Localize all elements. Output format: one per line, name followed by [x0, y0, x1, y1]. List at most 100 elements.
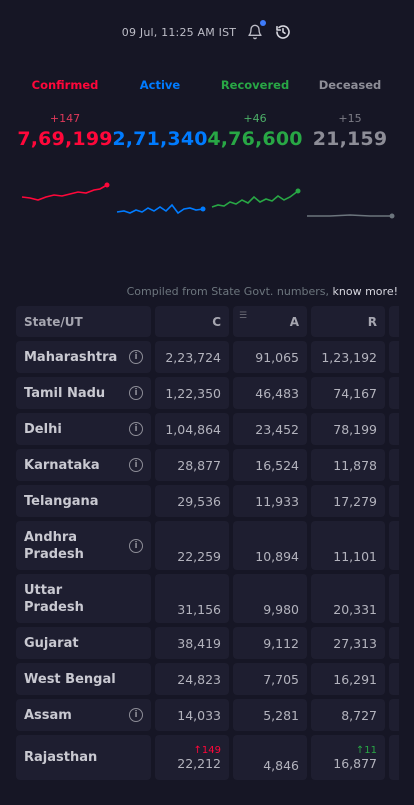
deceased-cell — [389, 521, 399, 570]
table-row[interactable]: Telangana 29,536 11,933 17,279 — [16, 485, 414, 517]
level-title: Active — [139, 78, 181, 92]
level-total: 4,76,600 — [207, 128, 303, 150]
table-row[interactable]: Tamil Nadu i 1,22,350 46,483 74,167 — [16, 377, 414, 409]
confirmed-cell: 2,23,724 — [155, 341, 229, 373]
info-icon[interactable]: i — [129, 350, 143, 364]
header-label: R — [367, 314, 377, 329]
table-row[interactable]: Andhra Pradesh i 22,259 10,894 11,101 — [16, 521, 414, 570]
recovered-cell: 78,199 — [311, 413, 385, 445]
state-cell: Uttar Pradesh — [16, 574, 151, 623]
info-icon[interactable]: i — [129, 458, 143, 472]
recovered-cell: 16,291 — [311, 663, 385, 695]
notifications-button[interactable] — [246, 20, 267, 41]
table-row[interactable]: Uttar Pradesh 31,156 9,980 20,331 — [16, 574, 414, 623]
info-icon[interactable]: i — [129, 386, 143, 400]
confirmed-value: 38,419 — [177, 635, 221, 651]
active-cell: 10,894 — [233, 521, 307, 570]
level-recovered[interactable]: Recovered +46 4,76,600 — [205, 78, 305, 150]
states-table: State/UT C ☰ A R Maharashtra i 2,23,724 91… — [16, 306, 414, 784]
level-confirmed[interactable]: Confirmed +147 7,69,199 — [15, 78, 115, 150]
level-deceased[interactable]: Deceased +15 21,159 — [300, 78, 400, 150]
recovered-value: 11,101 — [333, 549, 377, 564]
recovered-delta: ↑11 — [355, 744, 377, 756]
recovered-value: 8,727 — [341, 707, 377, 723]
state-cell: Rajasthan — [16, 735, 151, 780]
level-active[interactable]: Active 2,71,340 — [110, 78, 210, 150]
header-state[interactable]: State/UT — [16, 306, 151, 337]
confirmed-value: 24,823 — [177, 671, 221, 687]
info-icon[interactable]: i — [129, 708, 143, 722]
level-title: Recovered — [220, 78, 290, 92]
confirmed-cell: 29,536 — [155, 485, 229, 517]
table-row[interactable]: Assam i 14,033 5,281 8,727 — [16, 699, 414, 731]
active-value: 11,933 — [255, 493, 299, 509]
info-icon[interactable]: i — [129, 538, 143, 553]
deceased-cell — [389, 485, 399, 517]
state-name: West Bengal — [24, 671, 116, 687]
table-row[interactable]: Gujarat 38,419 9,112 27,313 — [16, 627, 414, 659]
active-cell: 23,452 — [233, 413, 307, 445]
state-cell: Karnataka i — [16, 449, 151, 481]
confirmed-cell: 31,156 — [155, 574, 229, 623]
top-bar: 09 Jul, 11:25 AM IST — [0, 20, 414, 44]
active-value: 9,112 — [263, 635, 299, 651]
table-row[interactable]: West Bengal 24,823 7,705 16,291 — [16, 663, 414, 695]
confirmed-cell: 14,033 — [155, 699, 229, 731]
deceased-cell — [389, 341, 399, 373]
active-value: 7,705 — [263, 671, 299, 687]
notification-dot — [260, 20, 267, 26]
state-name: Gujarat — [24, 635, 79, 651]
active-value: 10,894 — [255, 549, 299, 564]
header-confirmed[interactable]: C — [155, 306, 229, 337]
header-deceased[interactable] — [389, 306, 399, 337]
state-name: Uttar Pradesh — [24, 582, 84, 615]
confirmed-cell: 24,823 — [155, 663, 229, 695]
deceased-cell — [389, 627, 399, 659]
level-delta: +15 — [338, 112, 362, 125]
active-cell: 11,933 — [233, 485, 307, 517]
confirmed-value: 31,156 — [177, 602, 221, 617]
state-name: Tamil Nadu — [24, 385, 106, 401]
confirmed-delta: ↑149 — [193, 744, 221, 756]
level-total: 7,69,199 — [17, 128, 113, 150]
recovered-cell: 74,167 — [311, 377, 385, 409]
recovered-cell: 20,331 — [311, 574, 385, 623]
confirmed-value: 28,877 — [177, 457, 221, 473]
level-total: 21,159 — [312, 128, 388, 150]
table-row[interactable]: Delhi i 1,04,864 23,452 78,199 — [16, 413, 414, 445]
active-cell: 7,705 — [233, 663, 307, 695]
info-icon[interactable]: i — [129, 422, 143, 436]
header-active[interactable]: ☰ A — [233, 306, 307, 337]
state-cell: Andhra Pradesh i — [16, 521, 151, 570]
deceased-cell — [389, 413, 399, 445]
confirmed-cell: 1,22,350 — [155, 377, 229, 409]
recovered-value: 16,291 — [333, 671, 377, 687]
recovered-cell: 27,313 — [311, 627, 385, 659]
level-delta — [110, 112, 210, 126]
recovered-stack: ↑11 16,877 — [333, 735, 377, 780]
active-value: 46,483 — [255, 385, 299, 401]
recovered-value: 20,331 — [333, 602, 377, 617]
sparkline-confirmed — [21, 182, 110, 201]
recovered-cell: 11,101 — [311, 521, 385, 570]
table-row[interactable]: Rajasthan ↑149 22,212 4,846 ↑11 16,877 — [16, 735, 414, 780]
level-delta: +147 — [49, 112, 81, 125]
table-row[interactable]: Karnataka i 28,877 16,524 11,878 — [16, 449, 414, 481]
level-title: Confirmed — [31, 78, 99, 92]
header-recovered[interactable]: R — [311, 306, 385, 337]
active-cell: 91,065 — [233, 341, 307, 373]
confirmed-value: 14,033 — [177, 707, 221, 723]
active-cell: 4,846 — [233, 735, 307, 780]
confirmed-cell: 38,419 — [155, 627, 229, 659]
active-cell: 16,524 — [233, 449, 307, 481]
know-more-link[interactable]: know more! — [333, 285, 398, 298]
active-value: 9,980 — [263, 602, 299, 617]
state-name: Delhi — [24, 421, 62, 437]
active-value: 5,281 — [263, 707, 299, 723]
state-name: Maharashtra — [24, 349, 118, 365]
sparkline-deceased — [307, 213, 395, 219]
state-name: Rajasthan — [24, 750, 98, 765]
sort-icon: ☰ — [239, 311, 248, 321]
timeseries-history-button[interactable] — [274, 23, 292, 41]
table-row[interactable]: Maharashtra i 2,23,724 91,065 1,23,192 — [16, 341, 414, 373]
